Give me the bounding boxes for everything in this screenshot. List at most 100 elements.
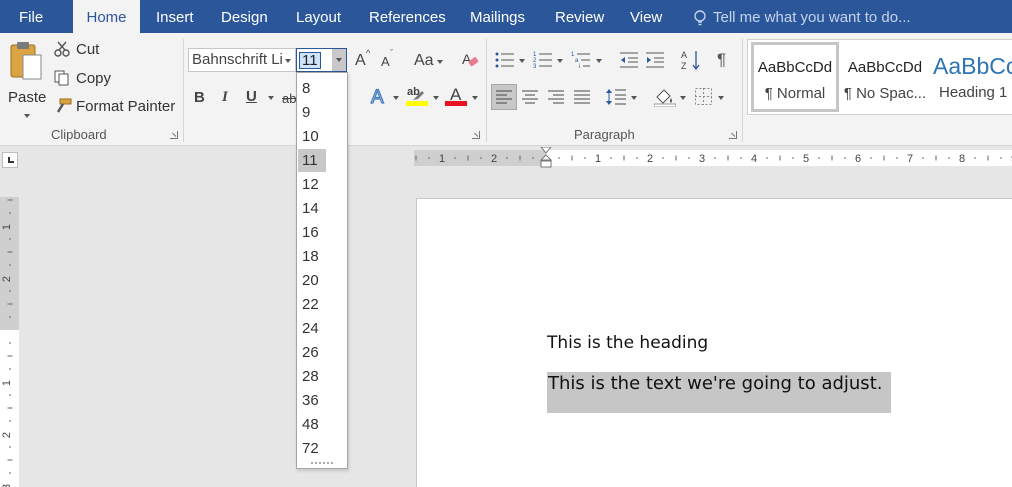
line-spacing-icon[interactable] bbox=[606, 88, 626, 106]
vertical-ruler[interactable]: 21123 bbox=[0, 197, 19, 487]
font-size-option[interactable]: 10 bbox=[298, 125, 326, 148]
font-size-dropdown-button[interactable] bbox=[332, 49, 346, 71]
font-size-option[interactable]: 8 bbox=[298, 77, 326, 100]
font-size-value: 11 bbox=[299, 52, 321, 69]
underline-button[interactable]: U bbox=[246, 88, 257, 105]
clear-formatting-icon[interactable]: A bbox=[461, 51, 479, 69]
align-left-button[interactable] bbox=[491, 84, 517, 110]
show-formatting-marks-button[interactable]: ¶ bbox=[717, 50, 726, 70]
bullets-icon[interactable] bbox=[495, 51, 515, 69]
tab-review[interactable]: Review bbox=[555, 0, 604, 33]
cut-button[interactable]: Cut bbox=[54, 40, 114, 60]
clipboard-launcher-icon[interactable] bbox=[170, 131, 178, 139]
font-size-option[interactable]: 9 bbox=[298, 101, 326, 124]
ruler-number: 2 bbox=[647, 153, 653, 165]
font-name-dropdown-icon bbox=[285, 59, 291, 63]
copy-button[interactable]: Copy bbox=[54, 69, 124, 89]
tab-layout[interactable]: Layout bbox=[296, 0, 341, 33]
font-name-combobox[interactable]: Bahnschrift Li bbox=[188, 48, 296, 72]
font-size-option[interactable]: 28 bbox=[298, 365, 326, 388]
ruler-number: 1 bbox=[439, 153, 445, 165]
svg-text:A: A bbox=[371, 87, 384, 108]
shading-dropdown-icon bbox=[680, 96, 686, 100]
resize-grip-icon[interactable] bbox=[311, 462, 333, 465]
sort-icon[interactable]: A Z bbox=[681, 49, 701, 71]
strikethrough-button[interactable]: ab bbox=[282, 91, 296, 106]
font-launcher-icon[interactable] bbox=[472, 131, 480, 139]
group-divider bbox=[742, 39, 743, 142]
font-color-swatch bbox=[445, 101, 467, 106]
selected-text[interactable]: This is the text we're going to adjust. bbox=[547, 372, 891, 413]
ruler-number: 6 bbox=[855, 153, 861, 165]
text-effects-dropdown-icon bbox=[393, 96, 399, 100]
font-size-option[interactable]: 18 bbox=[298, 245, 326, 268]
grow-font-button[interactable]: A bbox=[355, 52, 366, 70]
tab-selector-icon[interactable] bbox=[2, 152, 18, 168]
italic-button[interactable]: I bbox=[222, 89, 228, 106]
highlight-color-button[interactable]: ab bbox=[406, 85, 430, 107]
ruler-number: 3 bbox=[699, 153, 705, 165]
tell-me-placeholder: Tell me what you want to do... bbox=[713, 9, 911, 26]
font-size-option[interactable]: 36 bbox=[298, 389, 326, 412]
borders-dropdown-icon bbox=[718, 96, 724, 100]
decrease-indent-icon[interactable] bbox=[619, 51, 639, 69]
font-color-button[interactable]: A bbox=[445, 85, 469, 107]
scissors-icon bbox=[54, 41, 70, 57]
group-divider bbox=[486, 39, 487, 142]
increase-indent-icon[interactable] bbox=[645, 51, 665, 69]
tell-me-search[interactable]: Tell me what you want to do... bbox=[693, 0, 911, 33]
document-heading[interactable]: This is the heading bbox=[547, 333, 708, 353]
paintbrush-icon bbox=[56, 98, 72, 113]
bold-button[interactable]: B bbox=[194, 89, 205, 106]
tab-home[interactable]: Home bbox=[73, 0, 140, 33]
shading-icon[interactable] bbox=[654, 87, 676, 107]
multilevel-list-icon[interactable]: 1 a i bbox=[571, 50, 591, 70]
shrink-font-button[interactable]: A bbox=[381, 54, 390, 69]
font-size-combobox[interactable]: 11 bbox=[296, 48, 347, 72]
pen-icon bbox=[413, 91, 424, 100]
paste-button[interactable]: Paste bbox=[8, 39, 46, 119]
font-size-option[interactable]: 14 bbox=[298, 197, 326, 220]
align-right-icon[interactable] bbox=[548, 90, 564, 104]
tab-mailings[interactable]: Mailings bbox=[470, 0, 525, 33]
lightbulb-icon bbox=[694, 10, 706, 26]
borders-icon[interactable] bbox=[695, 88, 712, 105]
document-page[interactable]: This is the heading This is the text we'… bbox=[416, 198, 1012, 487]
format-painter-button[interactable]: Format Painter bbox=[54, 97, 179, 117]
font-color-dropdown-icon bbox=[472, 96, 478, 100]
style-normal[interactable]: AaBbCcDd ¶ Normal bbox=[751, 42, 839, 112]
highlight-dropdown-icon bbox=[433, 96, 439, 100]
copy-label: Copy bbox=[76, 70, 112, 87]
format-painter-label: Format Painter bbox=[76, 98, 176, 115]
numbering-icon[interactable]: 1 2 3 bbox=[533, 50, 553, 70]
paste-dropdown-icon bbox=[24, 114, 30, 118]
horizontal-ruler[interactable]: 21123456789 bbox=[414, 147, 1012, 169]
justify-icon[interactable] bbox=[574, 90, 590, 104]
font-size-dropdown-list: 8 9 10 11 12 14 16 18 20 22 24 26 28 36 48 72 bbox=[296, 72, 348, 469]
tab-references[interactable]: References bbox=[369, 0, 446, 33]
text-effects-icon[interactable]: A bbox=[370, 86, 390, 108]
tab-view[interactable]: View bbox=[630, 0, 662, 33]
font-size-option[interactable]: 20 bbox=[298, 269, 326, 292]
style-heading-1[interactable]: AaBbCc Heading 1 bbox=[933, 42, 1012, 112]
font-size-option[interactable]: 11 bbox=[298, 149, 326, 172]
paragraph-launcher-icon[interactable] bbox=[729, 131, 737, 139]
font-size-option[interactable]: 48 bbox=[298, 413, 326, 436]
align-center-icon[interactable] bbox=[522, 90, 538, 104]
ruler-number: 2 bbox=[1, 432, 13, 438]
style-name: Heading 1 bbox=[939, 84, 1008, 101]
ribbon-home: Paste Cut Copy Format Painter Clipboard … bbox=[0, 33, 1012, 146]
horizontal-ruler-area: 21123456789 bbox=[0, 147, 1012, 168]
font-size-option[interactable]: 72 bbox=[298, 437, 326, 460]
indent-marker-icon[interactable] bbox=[540, 147, 552, 169]
font-size-option[interactable]: 26 bbox=[298, 341, 326, 364]
change-case-button[interactable]: Aa bbox=[414, 52, 434, 70]
font-size-option[interactable]: 24 bbox=[298, 317, 326, 340]
tab-design[interactable]: Design bbox=[221, 0, 268, 33]
font-size-option[interactable]: 16 bbox=[298, 221, 326, 244]
font-size-option[interactable]: 12 bbox=[298, 173, 326, 196]
style-no-spacing[interactable]: AaBbCcDd ¶ No Spac... bbox=[841, 42, 929, 112]
tab-file[interactable]: File bbox=[19, 0, 43, 33]
font-size-option[interactable]: 22 bbox=[298, 293, 326, 316]
tab-insert[interactable]: Insert bbox=[156, 0, 194, 33]
